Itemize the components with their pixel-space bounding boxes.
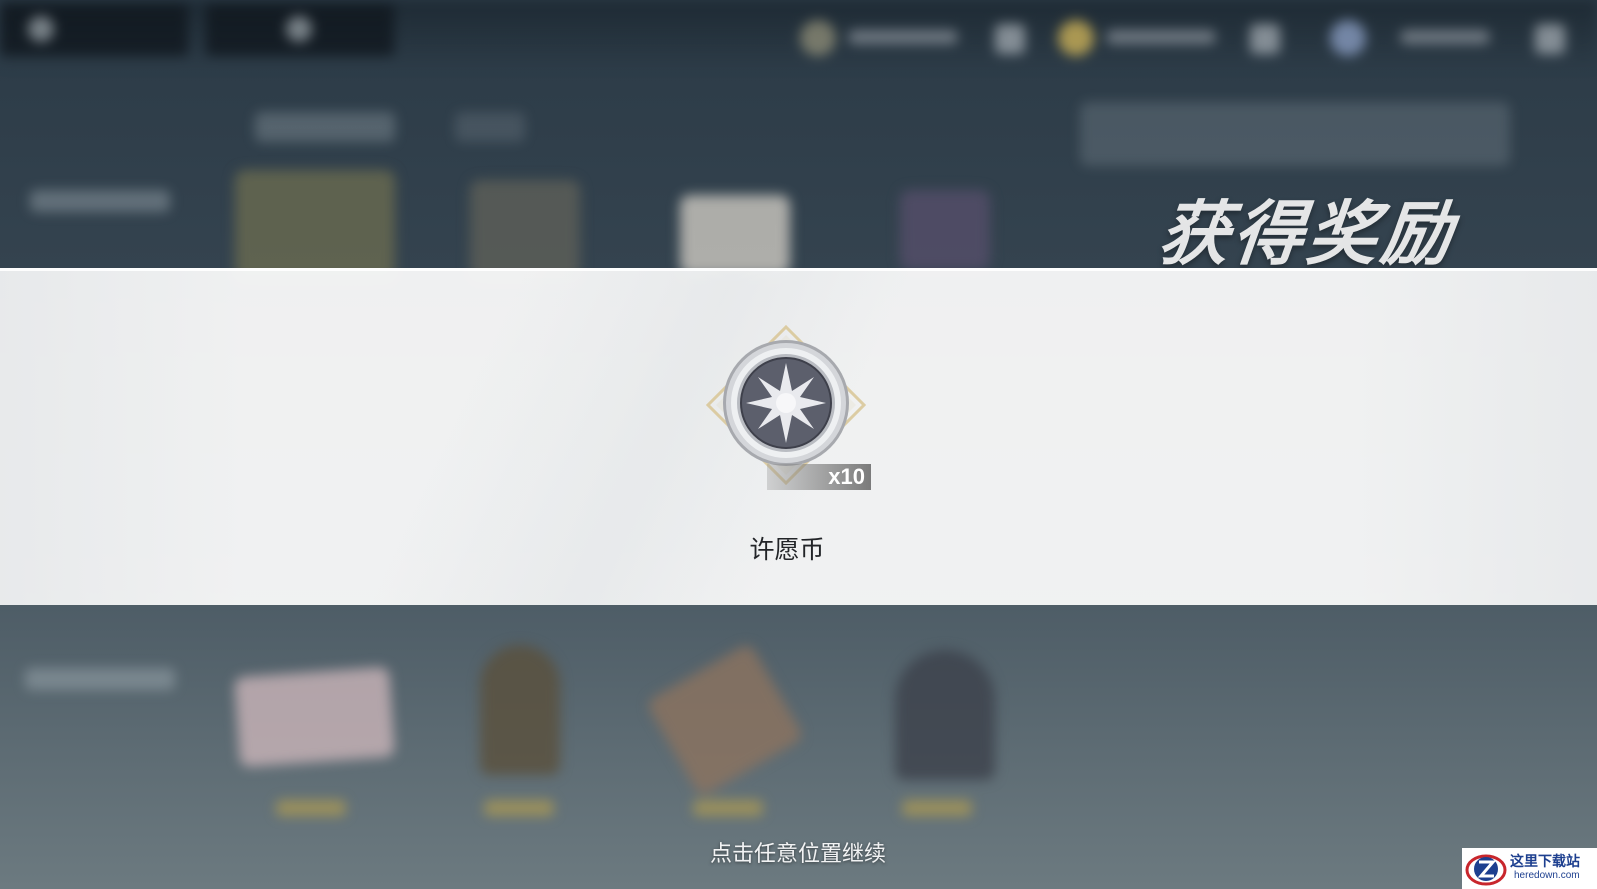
watermark-name: 这里下载站 — [1510, 854, 1580, 870]
background-item — [680, 195, 790, 275]
watermark-url: heredown.com — [1514, 870, 1580, 881]
watermark-z-icon — [1465, 854, 1507, 886]
background-tab-1 — [255, 112, 395, 142]
background-item — [900, 190, 990, 270]
reward-item[interactable] — [705, 324, 867, 486]
reward-title: 获得奖励 — [1155, 193, 1460, 275]
background-price — [693, 800, 763, 816]
background-currency-1 — [800, 18, 1025, 58]
background-item — [895, 650, 995, 780]
background-price — [902, 800, 972, 816]
background-item — [645, 642, 805, 798]
continue-hint: 点击任意位置继续 — [709, 842, 886, 867]
reward-quantity-badge: x10 — [767, 464, 871, 490]
background-item — [470, 180, 580, 280]
background-back-button — [0, 4, 188, 56]
background-banner-title — [1080, 102, 1510, 166]
background-item — [235, 170, 395, 280]
background-price — [484, 800, 554, 816]
background-tab-2 — [455, 112, 525, 142]
reward-item-name: 许愿币 — [749, 535, 825, 564]
background-currency-2 — [1058, 18, 1280, 58]
reward-screen[interactable]: 获得奖励 x10 许愿币 点击任意位置继续 这里下载站 heredown.com — [0, 0, 1597, 889]
background-item — [480, 645, 560, 775]
background-currency-3 — [1330, 18, 1565, 58]
reward-band-edge — [0, 268, 1597, 271]
background-price — [276, 800, 346, 816]
background-home-button — [206, 4, 394, 56]
watermark-logo: 这里下载站 heredown.com — [1462, 848, 1597, 889]
background-section-label-2 — [25, 668, 175, 690]
background-item — [234, 666, 395, 768]
wish-coin-icon — [705, 324, 867, 486]
background-section-label-1 — [30, 190, 170, 212]
